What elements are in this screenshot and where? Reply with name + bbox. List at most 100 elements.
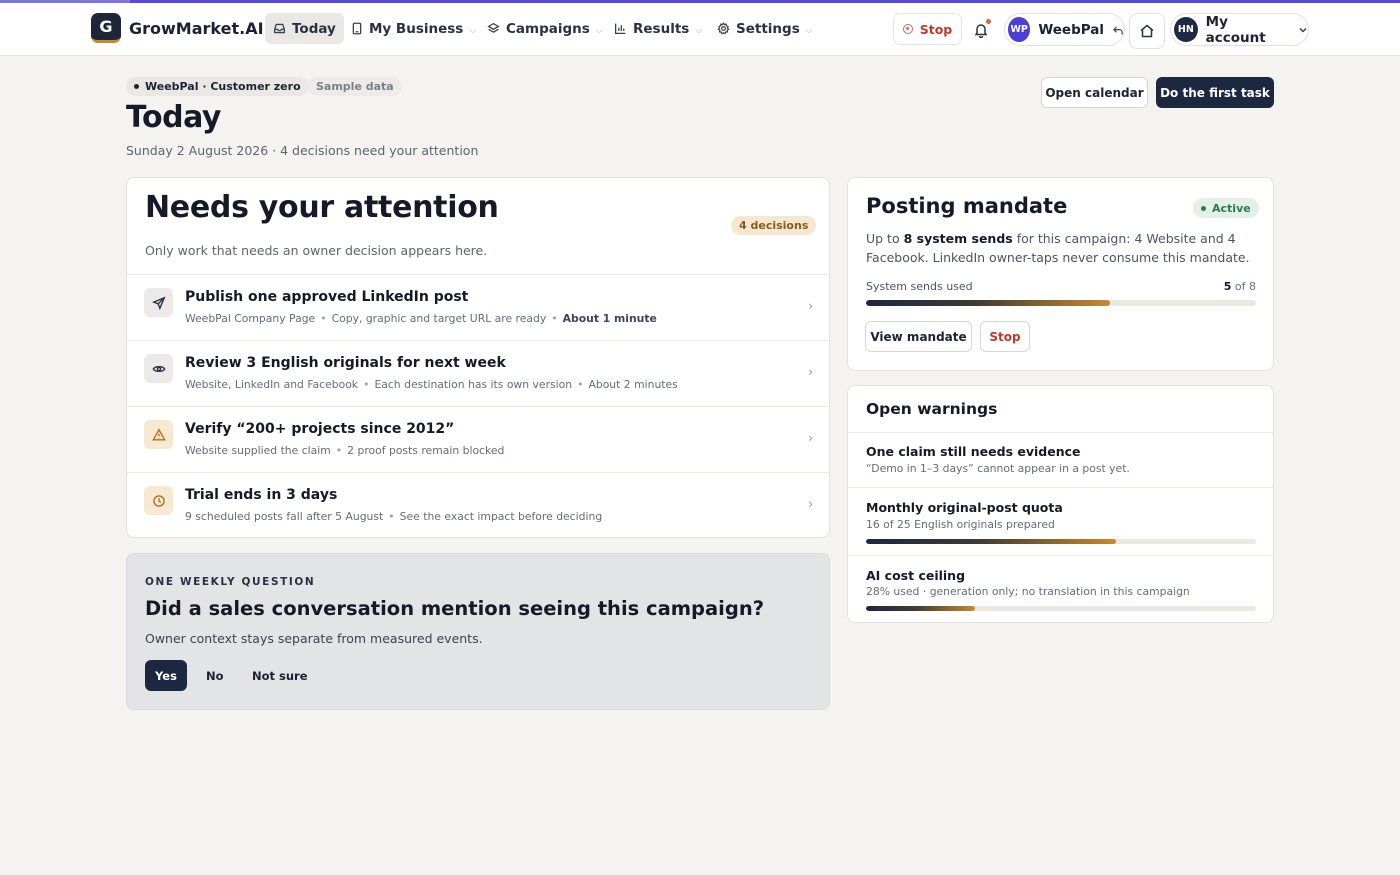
chevron-down-icon [1298, 25, 1308, 35]
decision-row[interactable]: Review 3 English originals for next week… [127, 340, 829, 406]
attention-card: Needs your attention 4 decisions Only wo… [126, 177, 830, 538]
posting-mandate-card: Posting mandate Active Up to 8 system se… [847, 177, 1274, 371]
page-title: Today [126, 100, 221, 135]
warning-item[interactable]: One claim still needs evidence “Demo in … [848, 432, 1273, 488]
tablet-icon [351, 22, 363, 35]
meta-item: About 2 minutes [588, 378, 678, 391]
sends-progress-fill [866, 300, 1110, 306]
weekly-question-card: ONE WEEKLY QUESTION Did a sales conversa… [126, 553, 830, 710]
page-subtitle: Sunday 2 August 2026 · 4 decisions need … [126, 143, 479, 158]
meta-item: Website supplied the claim [185, 444, 331, 457]
view-mandate-button[interactable]: View mandate [865, 321, 972, 352]
mandate-title: Posting mandate [866, 194, 1068, 218]
home-button[interactable] [1129, 13, 1165, 49]
decision-row[interactable]: Publish one approved LinkedIn post WeebP… [127, 274, 829, 340]
status-badge: Active [1193, 198, 1259, 218]
chevron-down-icon: ⌵ [595, 25, 603, 36]
decision-row[interactable]: Verify “200+ projects since 2012” Websit… [127, 406, 829, 472]
gear-icon [717, 22, 730, 35]
nav-item-label: Today [292, 20, 336, 37]
workspace-name: WeebPal [1038, 21, 1104, 38]
eye-icon [144, 354, 173, 383]
decisions-badge: 4 decisions [731, 216, 817, 235]
mandate-desc-strong: 8 system sends [903, 231, 1013, 246]
nav-item-label: Settings [736, 20, 800, 37]
bar-chart-icon [614, 22, 627, 35]
inbox-icon [273, 22, 286, 35]
nav-item-results[interactable]: Results ⌵ [606, 13, 710, 44]
nav-item-settings[interactable]: Settings ⌵ [709, 13, 821, 44]
workspace-pill-label: WeebPal · Customer zero [145, 80, 301, 93]
stop-button[interactable]: Stop [893, 13, 962, 45]
chevron-right-icon: › [808, 497, 813, 511]
attention-title: Needs your attention [145, 190, 499, 225]
sends-used: 5 [1223, 280, 1232, 293]
answer-no-button[interactable]: No [206, 660, 224, 691]
mandate-desc-prefix: Up to [866, 231, 904, 246]
chevron-down-icon: ⌵ [469, 25, 477, 36]
decision-meta: WeebPal Company Page • Copy, graphic and t… [185, 312, 657, 325]
sends-total: of 8 [1234, 280, 1256, 293]
answer-yes-button[interactable]: Yes [145, 660, 187, 691]
chevron-down-icon: ⌵ [805, 25, 813, 36]
dot-icon [1201, 205, 1206, 211]
meta-duration: About 1 minute [562, 312, 657, 325]
sends-progress-bar [866, 300, 1256, 306]
brand-name: GrowMarket.AI [129, 18, 264, 38]
account-avatar: HN [1174, 17, 1198, 42]
send-icon [144, 288, 173, 317]
switch-icon [1112, 24, 1124, 36]
stop-label: Stop [919, 21, 953, 37]
notifications-button[interactable] [970, 19, 992, 41]
nav-item-campaigns[interactable]: Campaigns ⌵ [479, 13, 611, 44]
meta-item: Website, LinkedIn and Facebook [185, 378, 359, 391]
warning-icon [144, 420, 173, 449]
warnings-title: Open warnings [866, 400, 998, 418]
warning-item[interactable]: AI cost ceiling 28% used · generation on… [848, 555, 1273, 622]
dot-icon [134, 84, 139, 89]
nav-item-my-business[interactable]: My Business ⌵ [343, 13, 484, 44]
chevron-right-icon: › [808, 299, 813, 313]
decision-title: Verify “200+ projects since 2012” [185, 421, 455, 437]
decision-meta: 9 scheduled posts fall after 5 August • Se… [185, 510, 603, 523]
warning-title: One claim still needs evidence [866, 444, 1081, 459]
decision-title: Trial ends in 3 days [185, 487, 338, 503]
chevron-down-icon: ⌵ [695, 25, 703, 36]
warning-item[interactable]: Monthly original-post quota 16 of 25 Eng… [848, 487, 1273, 556]
logo-icon: G [91, 13, 121, 43]
nav-item-label: Campaigns [506, 20, 590, 37]
nav-item-today[interactable]: Today [265, 13, 344, 44]
decision-meta: Website supplied the claim • 2 proof posts… [185, 444, 505, 457]
sample-data-pill: Sample data [308, 77, 402, 96]
warning-subtitle: 28% used · generation only; no translati… [866, 585, 1190, 598]
decision-title: Review 3 English originals for next week [185, 355, 506, 371]
status-label: Active [1212, 201, 1251, 215]
decision-title: Publish one approved LinkedIn post [185, 289, 469, 305]
decision-meta: Website, LinkedIn and Facebook • Each dest… [185, 378, 678, 391]
quota-progress-fill [866, 539, 1116, 544]
home-icon [1140, 24, 1154, 38]
brand[interactable]: G GrowMarket.AI [91, 13, 264, 43]
nav-item-label: Results [633, 20, 690, 37]
mandate-description: Up to 8 system sends for this campaign: … [866, 229, 1261, 267]
open-calendar-button[interactable]: Open calendar [1041, 77, 1148, 108]
question-description: Owner context stays separate from measur… [145, 631, 483, 646]
quota-progress-bar [866, 539, 1256, 544]
account-label: My account [1205, 13, 1266, 46]
clock-icon [144, 486, 173, 515]
question-title: Did a sales conversation mention seeing … [145, 597, 765, 620]
cost-progress-bar [866, 606, 1256, 611]
answer-not-sure-button[interactable]: Not sure [252, 660, 308, 691]
workspace-pill: WeebPal · Customer zero [126, 77, 309, 96]
decision-row[interactable]: Trial ends in 3 days 9 scheduled posts f… [127, 472, 829, 537]
cost-progress-fill [866, 606, 976, 611]
meta-item: Copy, graphic and target URL are ready [331, 312, 547, 325]
meta-item: WeebPal Company Page [185, 312, 316, 325]
do-first-task-button[interactable]: Do the first task [1156, 77, 1274, 108]
bell-icon [974, 24, 988, 38]
meta-item: 2 proof posts remain blocked [347, 444, 505, 457]
sends-count: 5 of 8 [1224, 280, 1256, 293]
stop-mandate-button[interactable]: Stop [980, 321, 1030, 352]
workspace-switcher[interactable]: WP WeebPal [1004, 13, 1125, 46]
account-menu[interactable]: HN My account [1170, 13, 1309, 46]
